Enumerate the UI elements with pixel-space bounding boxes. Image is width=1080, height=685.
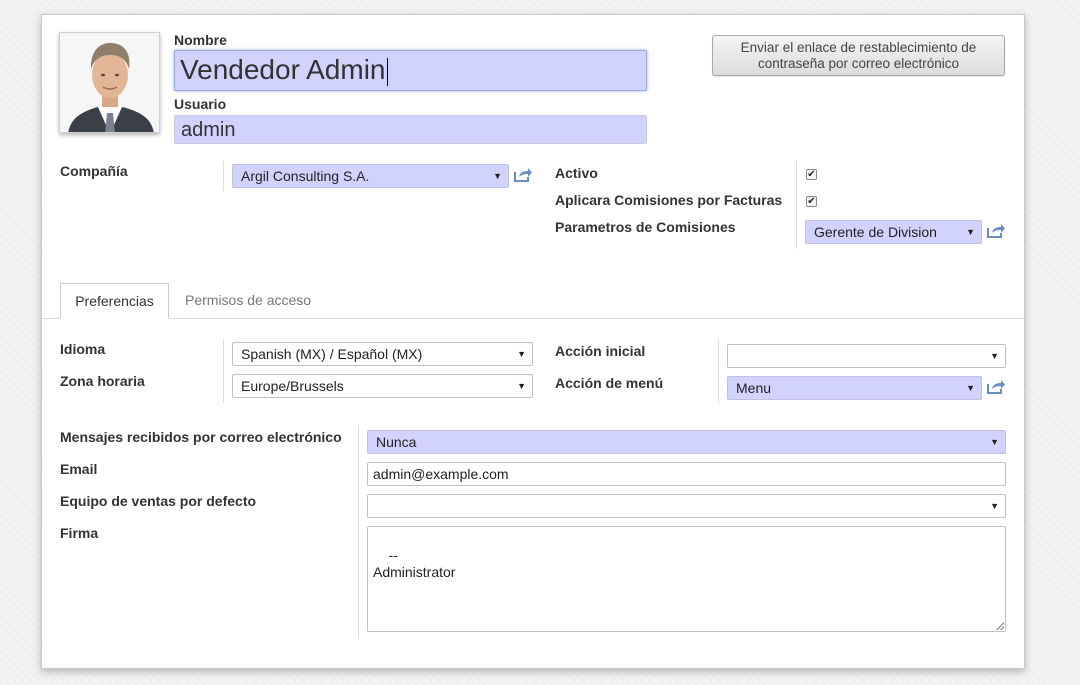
commissions-label: Aplicara Comisiones por Facturas [555, 192, 783, 208]
language-select[interactable]: Spanish (MX) / Español (MX) ▼ [232, 342, 533, 366]
company-select-value: Argil Consulting S.A. [241, 168, 370, 184]
user-label: Usuario [174, 96, 227, 112]
home-action-select[interactable]: ▼ [727, 344, 1006, 368]
signature-label: Firma [60, 525, 99, 541]
sales-team-label: Equipo de ventas por defecto [60, 493, 257, 509]
company-select[interactable]: Argil Consulting S.A. ▼ [232, 164, 509, 188]
timezone-label: Zona horaria [60, 373, 145, 389]
triangle-down-icon: ▼ [966, 383, 975, 393]
field-separator [796, 161, 797, 249]
signature-textarea[interactable]: -- Administrator [367, 526, 1006, 632]
language-label: Idioma [60, 341, 106, 357]
field-separator [718, 339, 719, 403]
timezone-select-value: Europe/Brussels [241, 378, 344, 394]
tab-permisos-de-acceso[interactable]: Permisos de acceso [185, 283, 311, 317]
email-input[interactable]: admin@example.com [367, 462, 1006, 486]
sales-team-select[interactable]: ▼ [367, 494, 1006, 518]
name-label: Nombre [174, 32, 227, 48]
triangle-down-icon: ▼ [517, 349, 526, 359]
name-input-value: Vendedor Admin [180, 54, 386, 85]
checkmark-icon: ✔ [807, 196, 816, 207]
menu-action-select[interactable]: Menu ▼ [727, 376, 982, 400]
active-label: Activo [555, 165, 598, 181]
resize-grip-icon[interactable] [996, 622, 1004, 630]
commission-params-value: Gerente de Division [814, 224, 937, 240]
commissions-checkbox[interactable]: ✔ [806, 196, 817, 207]
triangle-down-icon: ▼ [990, 501, 999, 511]
user-avatar[interactable] [59, 32, 160, 133]
signature-value: -- Administrator [373, 547, 456, 580]
menu-action-label: Acción de menú [555, 375, 664, 391]
external-link-icon[interactable] [986, 379, 1006, 395]
field-separator [223, 339, 224, 403]
person-photo-icon [60, 33, 159, 132]
tab-bar-line [42, 318, 1024, 319]
tab-preferencias[interactable]: Preferencias [60, 283, 169, 319]
triangle-down-icon: ▼ [966, 227, 975, 237]
form-sheet: Nombre Vendedor Admin Usuario admin Envi… [41, 14, 1025, 669]
menu-action-value: Menu [736, 380, 772, 396]
timezone-select[interactable]: Europe/Brussels ▼ [232, 374, 533, 398]
triangle-down-icon: ▼ [990, 351, 999, 361]
reset-password-button[interactable]: Enviar el enlace de restablecimiento de … [712, 35, 1005, 76]
email-notifications-value: Nunca [376, 434, 417, 450]
triangle-down-icon: ▼ [493, 171, 502, 181]
name-input[interactable]: Vendedor Admin [174, 50, 647, 91]
external-link-icon[interactable] [513, 167, 533, 183]
home-action-label: Acción inicial [555, 343, 646, 359]
field-separator [358, 426, 359, 638]
triangle-down-icon: ▼ [990, 437, 999, 447]
company-label: Compañía [60, 163, 128, 179]
active-checkbox[interactable]: ✔ [806, 169, 817, 180]
email-notifications-label: Mensajes recibidos por correo electrónic… [60, 429, 342, 445]
external-link-icon[interactable] [986, 223, 1006, 239]
email-label: Email [60, 461, 98, 477]
checkmark-icon: ✔ [807, 169, 816, 180]
commission-params-select[interactable]: Gerente de Division ▼ [805, 220, 982, 244]
text-cursor [386, 57, 388, 86]
email-notifications-select[interactable]: Nunca ▼ [367, 430, 1006, 454]
user-input[interactable]: admin [174, 115, 647, 144]
commission-params-label: Parametros de Comisiones [555, 219, 736, 235]
language-select-value: Spanish (MX) / Español (MX) [241, 346, 423, 362]
triangle-down-icon: ▼ [517, 381, 526, 391]
field-separator [223, 161, 224, 191]
